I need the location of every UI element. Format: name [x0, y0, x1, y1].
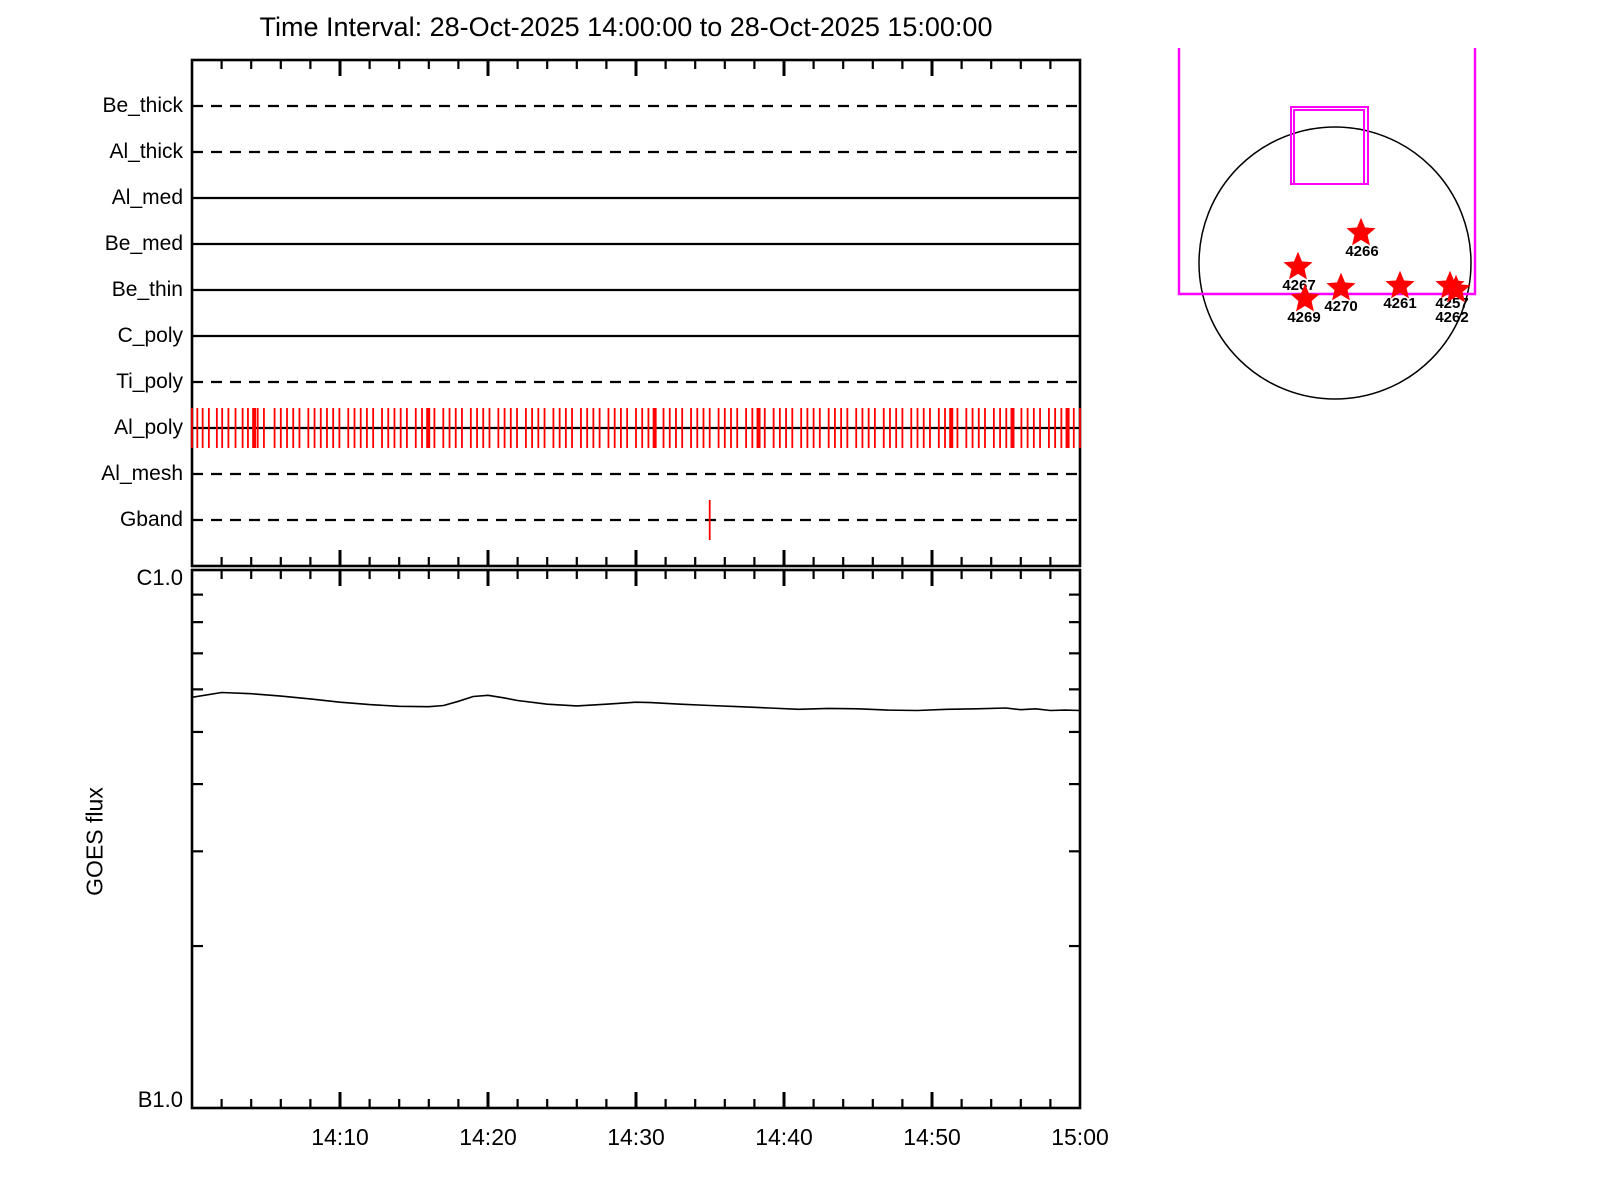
- active-region-label-4267: 4267: [1282, 277, 1315, 294]
- fov-bracket: [1179, 48, 1475, 294]
- plot-canvas: 4266426742694270426142574262: [0, 0, 1600, 1200]
- active-region-label-4262: 4262: [1435, 309, 1468, 326]
- active-region-label-4270: 4270: [1324, 298, 1357, 315]
- active-region-star-4267: [1285, 253, 1312, 278]
- timeline-panel-box: [192, 60, 1080, 566]
- xrt-goes-figure: Time Interval: 28-Oct-2025 14:00:00 to 2…: [0, 0, 1600, 1200]
- active-region-label-4261: 4261: [1383, 295, 1416, 312]
- goes-panel-box: [192, 570, 1080, 1108]
- target-fov-box: [1291, 107, 1368, 184]
- target-fov-box: [1294, 110, 1364, 184]
- active-region-label-4266: 4266: [1345, 243, 1378, 260]
- active-region-star-4266: [1348, 219, 1375, 244]
- goes-flux-curve: [192, 693, 1080, 711]
- active-region-label-4269: 4269: [1287, 309, 1320, 326]
- active-region-star-4270: [1328, 274, 1355, 299]
- solar-limb-circle: [1199, 127, 1471, 399]
